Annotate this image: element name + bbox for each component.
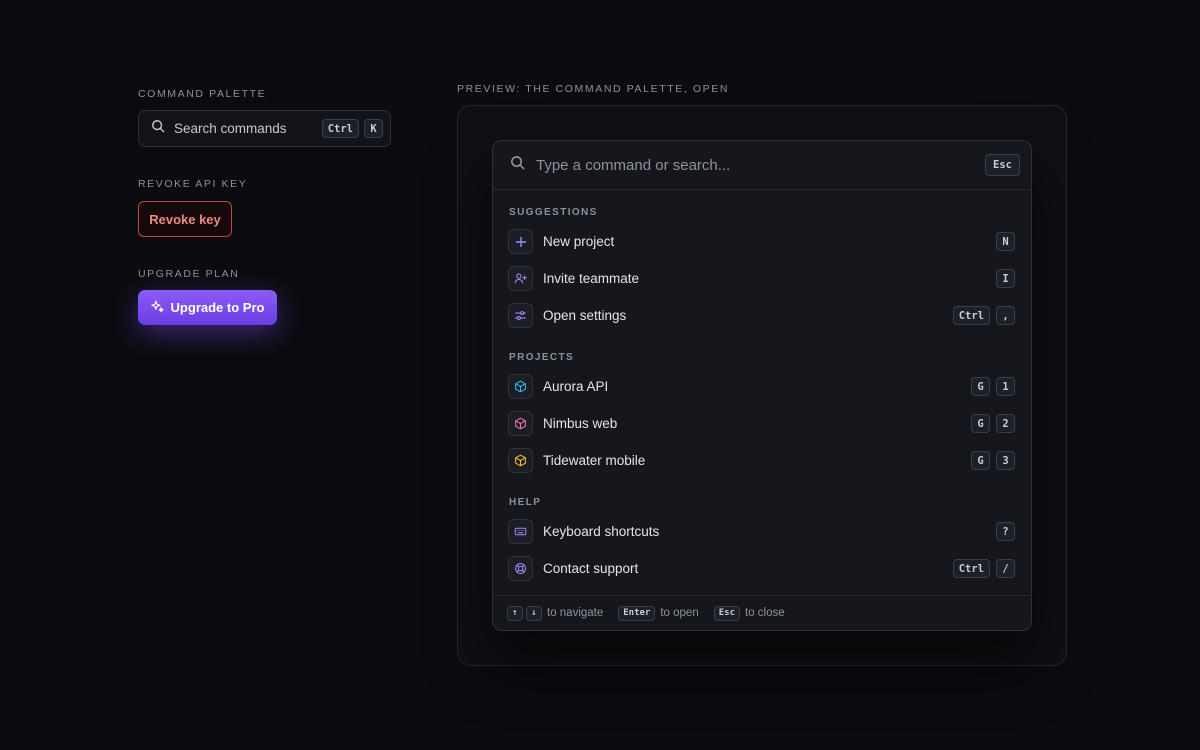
close-hint-text: to close <box>745 607 785 619</box>
sliders-icon <box>508 303 533 328</box>
enter-key: Enter <box>618 605 656 621</box>
command-item-aurora-api[interactable]: Aurora API G 1 <box>508 368 1016 405</box>
search-commands-label: Search commands <box>174 121 287 136</box>
shortcut-key: 3 <box>996 451 1015 470</box>
cube-icon <box>508 448 533 473</box>
command-item-contact-support[interactable]: Contact support Ctrl / <box>508 550 1016 587</box>
command-item-label: Aurora API <box>543 379 609 394</box>
upgrade-to-pro-button[interactable]: Upgrade to Pro <box>138 290 277 325</box>
command-item-label: New project <box>543 234 615 249</box>
palette-search-input[interactable] <box>536 156 986 174</box>
shortcut-key: ? <box>996 522 1015 541</box>
shortcut-key: , <box>996 306 1015 325</box>
revoke-key-button[interactable]: Revoke key <box>138 201 232 237</box>
shortcut-key: 1 <box>996 377 1015 396</box>
navigate-hint: ↑ ↓ to navigate <box>507 605 604 621</box>
command-item-label: Keyboard shortcuts <box>543 524 660 539</box>
search-icon <box>151 119 165 138</box>
lifebuoy-icon <box>508 556 533 581</box>
preview-label: PREVIEW: THE COMMAND PALETTE, OPEN <box>457 83 730 95</box>
palette-close-key[interactable]: Esc <box>985 154 1020 176</box>
navigate-hint-text: to navigate <box>547 607 604 619</box>
shortcut-key: 2 <box>996 414 1015 433</box>
command-item-label: Nimbus web <box>543 416 618 431</box>
revoke-section-label: REVOKE API KEY <box>138 178 248 190</box>
sparkle-icon <box>150 300 171 316</box>
command-palette: Esc SUGGESTIONS New project N Invite tea… <box>492 140 1032 631</box>
search-icon <box>510 155 525 175</box>
arrow-up-key: ↑ <box>507 605 523 621</box>
upgrade-section-label: UPGRADE PLAN <box>138 268 240 280</box>
command-item-open-settings[interactable]: Open settings Ctrl , <box>508 297 1016 334</box>
command-palette-section-label: COMMAND PALETTE <box>138 88 267 100</box>
command-item-keyboard-shortcuts[interactable]: Keyboard shortcuts ? <box>508 513 1016 550</box>
group-label-suggestions: SUGGESTIONS <box>509 207 598 218</box>
close-hint: Esc to close <box>713 605 785 621</box>
open-hint-text: to open <box>660 607 699 619</box>
shortcut-key: / <box>996 559 1015 578</box>
cube-icon <box>508 411 533 436</box>
plus-icon <box>508 229 533 254</box>
arrow-down-key: ↓ <box>526 605 542 621</box>
command-item-invite-teammate[interactable]: Invite teammate I <box>508 260 1016 297</box>
palette-search-bar: Esc <box>493 141 1031 190</box>
search-commands-trigger[interactable]: Search commands Ctrl K <box>138 110 391 147</box>
shortcut-key: I <box>996 269 1015 288</box>
open-hint: Enter to open <box>618 605 699 621</box>
upgrade-button-label: Upgrade to Pro <box>170 300 265 315</box>
command-item-label: Contact support <box>543 561 639 576</box>
command-item-label: Invite teammate <box>543 271 640 286</box>
keyboard-icon <box>508 519 533 544</box>
palette-footer: ↑ ↓ to navigate Enter to open Esc to clo… <box>493 595 1031 630</box>
shortcut-key-ctrl: Ctrl <box>321 119 359 138</box>
command-item-label: Tidewater mobile <box>543 453 646 468</box>
esc-key: Esc <box>713 605 740 621</box>
palette-results: SUGGESTIONS New project N Invite teammat… <box>493 190 1031 596</box>
group-label-help: HELP <box>509 497 542 508</box>
command-item-nimbus-web[interactable]: Nimbus web G 2 <box>508 405 1016 442</box>
shortcut-key: G <box>971 414 990 433</box>
command-item-tidewater-mobile[interactable]: Tidewater mobile G 3 <box>508 442 1016 479</box>
shortcut-key: N <box>996 232 1015 251</box>
cube-icon <box>508 374 533 399</box>
command-item-new-project[interactable]: New project N <box>508 223 1016 260</box>
shortcut-key: Ctrl <box>952 559 990 578</box>
command-item-label: Open settings <box>543 308 627 323</box>
shortcut-key: G <box>971 451 990 470</box>
shortcut-key: Ctrl <box>952 306 990 325</box>
shortcut-key: G <box>971 377 990 396</box>
user-plus-icon <box>508 266 533 291</box>
shortcut-key-k: K <box>364 119 383 138</box>
group-label-projects: PROJECTS <box>509 352 575 363</box>
